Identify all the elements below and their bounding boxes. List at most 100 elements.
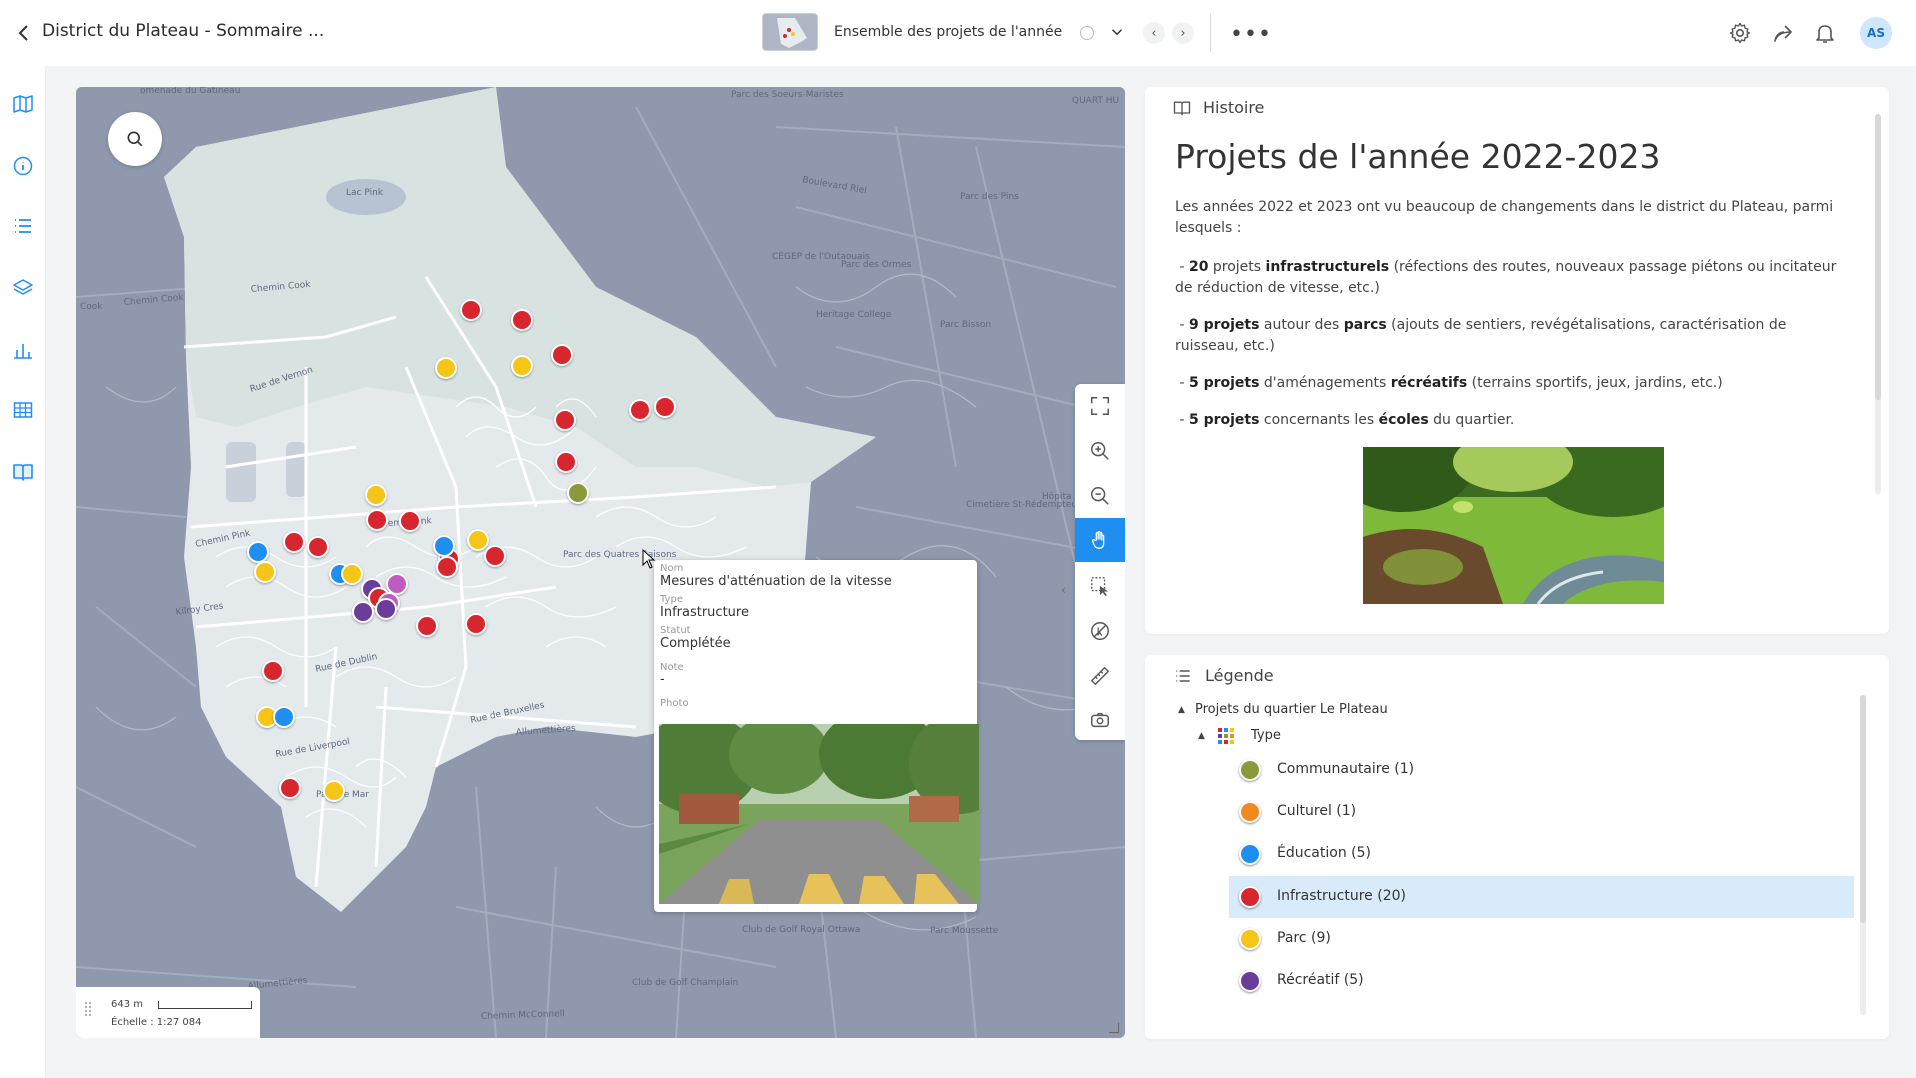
story-item-parcs: - 9 projets autour des parcs (ajouts de … bbox=[1175, 317, 1787, 354]
pan-tool[interactable] bbox=[1075, 518, 1125, 562]
back-arrow-icon[interactable] bbox=[12, 21, 36, 45]
list-icon[interactable] bbox=[11, 214, 35, 238]
select-tool[interactable] bbox=[1075, 564, 1125, 608]
table-icon[interactable] bbox=[11, 398, 35, 422]
project-marker[interactable] bbox=[323, 780, 345, 802]
drag-handle-icon[interactable] bbox=[84, 1001, 92, 1017]
layers-icon[interactable] bbox=[11, 276, 35, 300]
more-options-icon[interactable]: ••• bbox=[1230, 22, 1272, 47]
map-icon[interactable] bbox=[11, 92, 35, 116]
zoom-out-tool[interactable] bbox=[1075, 474, 1125, 518]
project-marker[interactable] bbox=[511, 309, 533, 331]
legend-item-communautaire[interactable]: Communautaire (1) bbox=[1229, 749, 1854, 791]
project-marker[interactable] bbox=[399, 510, 421, 532]
info-icon[interactable] bbox=[11, 154, 35, 178]
group-collapse-triangle-icon[interactable]: ▲ bbox=[1178, 705, 1185, 715]
next-map-button[interactable]: › bbox=[1172, 22, 1194, 44]
project-marker[interactable] bbox=[366, 509, 388, 531]
story-book-icon[interactable] bbox=[11, 460, 35, 484]
zoom-in-icon bbox=[1091, 442, 1109, 460]
map-label-hopital: Hôpita bbox=[1042, 491, 1072, 502]
legend-item-label: Parc (9) bbox=[1277, 930, 1331, 946]
chevron-down-icon[interactable] bbox=[1108, 23, 1126, 41]
project-marker[interactable] bbox=[465, 613, 487, 635]
project-marker[interactable] bbox=[375, 598, 397, 620]
map-label-quart: QUART HU bbox=[1072, 96, 1119, 106]
story-item1-bold: infrastructurels bbox=[1265, 259, 1390, 275]
story-scrollbar-thumb[interactable] bbox=[1875, 114, 1881, 400]
project-marker[interactable] bbox=[484, 545, 506, 567]
screenshot-tool[interactable] bbox=[1075, 698, 1125, 742]
list-icon bbox=[1176, 670, 1190, 682]
legend-item-infrastructure[interactable]: Infrastructure (20) bbox=[1229, 876, 1854, 918]
project-marker[interactable] bbox=[433, 535, 455, 557]
story-item4-bold: 5 projets bbox=[1188, 412, 1260, 428]
legend-subgroup-label[interactable]: Type bbox=[1251, 728, 1281, 743]
project-marker[interactable] bbox=[654, 396, 676, 418]
project-marker[interactable] bbox=[436, 556, 458, 578]
zoom-in-tool[interactable] bbox=[1075, 429, 1125, 473]
legend-dot bbox=[1239, 759, 1261, 781]
project-marker[interactable] bbox=[365, 484, 387, 506]
legend-item-label: Communautaire (1) bbox=[1277, 761, 1415, 777]
legend-item-education[interactable]: Éducation (5) bbox=[1229, 833, 1854, 875]
feature-popup: Nom Mesures d'atténuation de la vitesse … bbox=[654, 560, 979, 912]
legend-group-label[interactable]: Projets du quartier Le Plateau bbox=[1195, 702, 1388, 717]
legend-dot bbox=[1239, 970, 1261, 992]
story-scrollbar[interactable] bbox=[1875, 114, 1881, 494]
popup-street-photo[interactable] bbox=[659, 724, 979, 904]
project-marker[interactable] bbox=[435, 357, 457, 379]
project-marker[interactable] bbox=[467, 529, 489, 551]
share-icon[interactable] bbox=[1771, 21, 1795, 45]
toolbar-collapse-icon[interactable]: ‹ bbox=[1061, 583, 1066, 597]
project-marker[interactable] bbox=[555, 451, 577, 473]
legend-item-recreatif[interactable]: Récréatif (5) bbox=[1229, 960, 1854, 1002]
map-view[interactable]: Lac Pink Chemin Cook Chemin Cook Cook Ru… bbox=[76, 87, 1125, 1038]
notification-bell-icon[interactable] bbox=[1813, 21, 1837, 45]
project-marker[interactable] bbox=[416, 615, 438, 637]
map-search-button[interactable] bbox=[108, 112, 162, 166]
legend-item-culturel[interactable]: Culturel (1) bbox=[1229, 791, 1854, 833]
project-marker[interactable] bbox=[341, 563, 363, 585]
legend-panel: Légende ▲ Projets du quartier Le Plateau… bbox=[1145, 655, 1889, 1039]
fullscreen-icon bbox=[1091, 397, 1109, 415]
project-marker[interactable] bbox=[629, 399, 651, 421]
popup-type-value: Infrastructure bbox=[660, 605, 749, 620]
legend-scrollbar[interactable] bbox=[1860, 695, 1866, 1015]
story-item1-number: 20 bbox=[1188, 259, 1209, 275]
story-item2-bold: 9 projets bbox=[1188, 317, 1260, 333]
project-marker[interactable] bbox=[283, 531, 305, 553]
project-marker[interactable] bbox=[273, 706, 295, 728]
map-label-parc-quatres-saisons: Parc des Quatres Saisons bbox=[563, 550, 677, 560]
project-marker[interactable] bbox=[279, 777, 301, 799]
project-marker[interactable] bbox=[247, 541, 269, 563]
story-item4-rest: du quartier. bbox=[1428, 412, 1515, 428]
measure-tool[interactable] bbox=[1075, 654, 1125, 698]
legend-scrollbar-thumb[interactable] bbox=[1860, 695, 1866, 923]
map-thumbnail[interactable] bbox=[762, 13, 818, 51]
book-icon bbox=[1173, 101, 1191, 116]
chart-icon[interactable] bbox=[11, 338, 35, 362]
status-circle-icon bbox=[1080, 26, 1094, 40]
settings-gear-icon[interactable] bbox=[1728, 21, 1752, 45]
project-marker[interactable] bbox=[511, 355, 533, 377]
legend-dot bbox=[1239, 801, 1261, 823]
user-avatar[interactable]: AS bbox=[1860, 17, 1892, 49]
disable-tool[interactable] bbox=[1075, 609, 1125, 653]
project-marker[interactable] bbox=[554, 409, 576, 431]
map-label-heritage: Heritage College bbox=[816, 310, 892, 320]
project-marker[interactable] bbox=[551, 344, 573, 366]
previous-map-button[interactable]: ‹ bbox=[1143, 22, 1165, 44]
project-marker[interactable] bbox=[307, 536, 329, 558]
project-marker[interactable] bbox=[352, 601, 374, 623]
legend-item-parc[interactable]: Parc (9) bbox=[1229, 918, 1854, 960]
project-marker[interactable] bbox=[460, 299, 482, 321]
fullscreen-tool[interactable] bbox=[1075, 384, 1125, 428]
resize-handle-icon[interactable] bbox=[1109, 1023, 1119, 1033]
project-marker[interactable] bbox=[254, 561, 276, 583]
project-marker[interactable] bbox=[262, 660, 284, 682]
map-toolbar bbox=[1075, 384, 1125, 740]
subgroup-collapse-triangle-icon[interactable]: ▲ bbox=[1198, 731, 1205, 741]
project-marker[interactable] bbox=[567, 482, 589, 504]
story-item2-mid: autour des bbox=[1259, 317, 1344, 333]
